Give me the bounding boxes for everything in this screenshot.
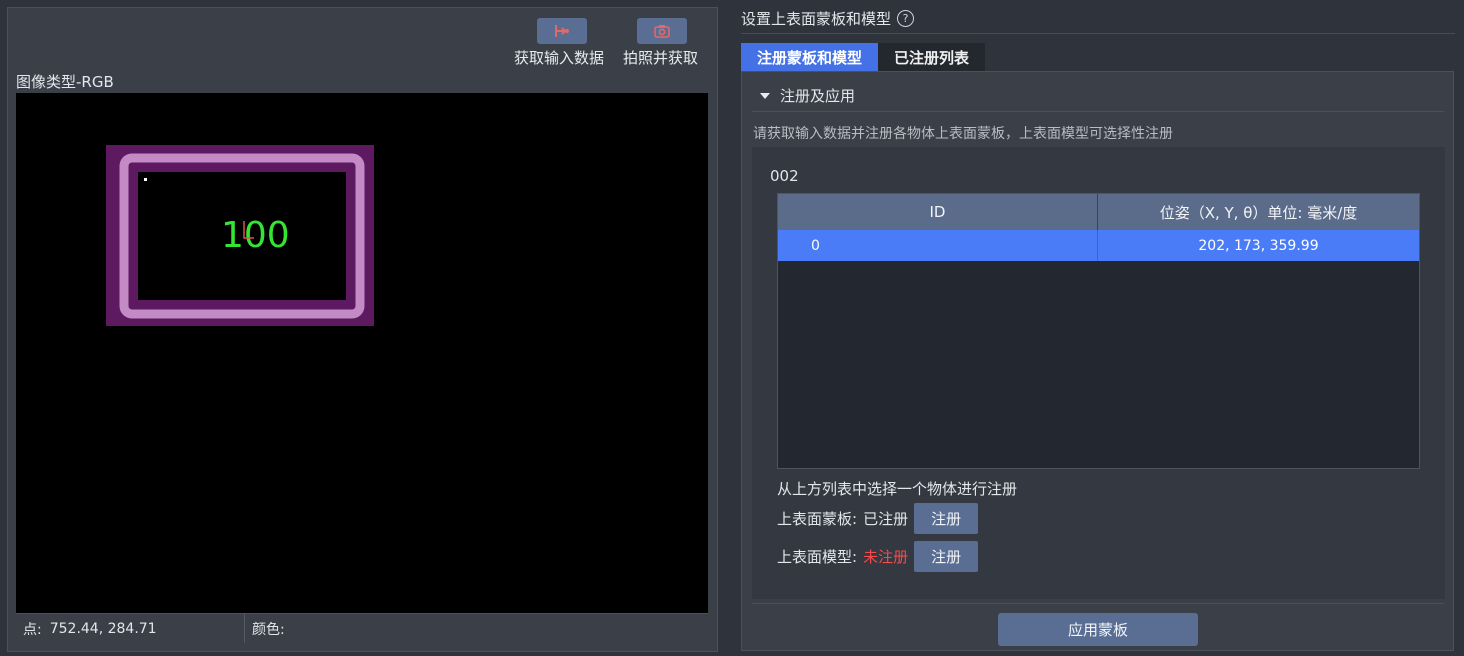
divider <box>741 33 1455 34</box>
pose-table: ID 位姿（X, Y, θ）单位: 毫米/度 0 202, 173, 359.9… <box>777 193 1420 469</box>
column-header-id[interactable]: ID <box>778 194 1098 230</box>
register-mask-button[interactable]: 注册 <box>914 503 979 534</box>
color-readout: 颜色: <box>245 614 293 643</box>
section-toggle[interactable]: 注册及应用 <box>760 85 855 106</box>
get-input-button[interactable] <box>537 18 587 44</box>
divider <box>752 603 1444 604</box>
tab-register[interactable]: 注册蒙板和模型 <box>741 43 879 71</box>
tab-content: 注册及应用 请获取输入数据并注册各物体上表面蒙板，上表面模型可选择性注册 002… <box>741 71 1454 651</box>
image-type-label: 图像类型-RGB <box>16 73 114 91</box>
cell-id: 0 <box>778 230 1098 261</box>
mask-label: 上表面蒙板: <box>777 510 858 528</box>
table-header: ID 位姿（X, Y, θ）单位: 毫米/度 <box>778 194 1419 230</box>
point-readout: 点: 752.44, 284.71 <box>16 614 245 643</box>
image-viewer[interactable]: 100 <box>16 93 708 613</box>
cell-pose: 202, 173, 359.99 <box>1198 237 1319 254</box>
model-register-row: 上表面模型: 未注册 注册 <box>777 541 979 572</box>
group-name: 002 <box>770 167 799 185</box>
status-bar: 点: 752.44, 284.71 颜色: <box>16 613 708 643</box>
select-hint: 从上方列表中选择一个物体进行注册 <box>777 480 1018 498</box>
flow-icon <box>555 25 569 37</box>
table-row[interactable]: 0 202, 173, 359.99 <box>778 230 1419 261</box>
object-group: 002 ID 位姿（X, Y, θ）单位: 毫米/度 0 202, 173, 3… <box>752 147 1445 599</box>
caret-down-icon <box>760 92 770 99</box>
section-title: 注册及应用 <box>780 87 856 105</box>
capture-button[interactable] <box>637 18 687 44</box>
image-panel: 获取输入数据 拍照并获取 图像类型-RGB 100 点: 752.44, 284… <box>7 7 718 652</box>
get-input-label[interactable]: 获取输入数据 <box>514 47 604 68</box>
divider <box>752 111 1444 112</box>
mask-register-row: 上表面蒙板: 已注册 注册 <box>777 503 979 534</box>
model-status: 未注册 <box>863 548 909 566</box>
panel-title: 设置上表面蒙板和模型 ? <box>741 8 915 29</box>
overlay-text: 100 <box>221 215 290 256</box>
marker-dot <box>144 178 147 181</box>
panel-title-text: 设置上表面蒙板和模型 <box>741 10 892 28</box>
tab-bar: 注册蒙板和模型 已注册列表 <box>741 43 986 71</box>
help-icon[interactable]: ? <box>897 10 915 27</box>
model-label: 上表面模型: <box>777 548 858 566</box>
register-model-button[interactable]: 注册 <box>914 541 979 572</box>
apply-mask-button[interactable]: 应用蒙板 <box>998 613 1198 646</box>
point-label: 点: <box>23 621 42 638</box>
tab-registered-list[interactable]: 已注册列表 <box>878 43 986 71</box>
color-label: 颜色: <box>252 621 285 638</box>
mask-status: 已注册 <box>863 510 909 528</box>
instruction-text: 请获取输入数据并注册各物体上表面蒙板，上表面模型可选择性注册 <box>753 126 1173 142</box>
column-header-pose[interactable]: 位姿（X, Y, θ）单位: 毫米/度 <box>1098 194 1419 230</box>
point-value: 752.44, 284.71 <box>49 620 157 637</box>
capture-label[interactable]: 拍照并获取 <box>623 47 698 68</box>
camera-icon <box>654 25 670 38</box>
